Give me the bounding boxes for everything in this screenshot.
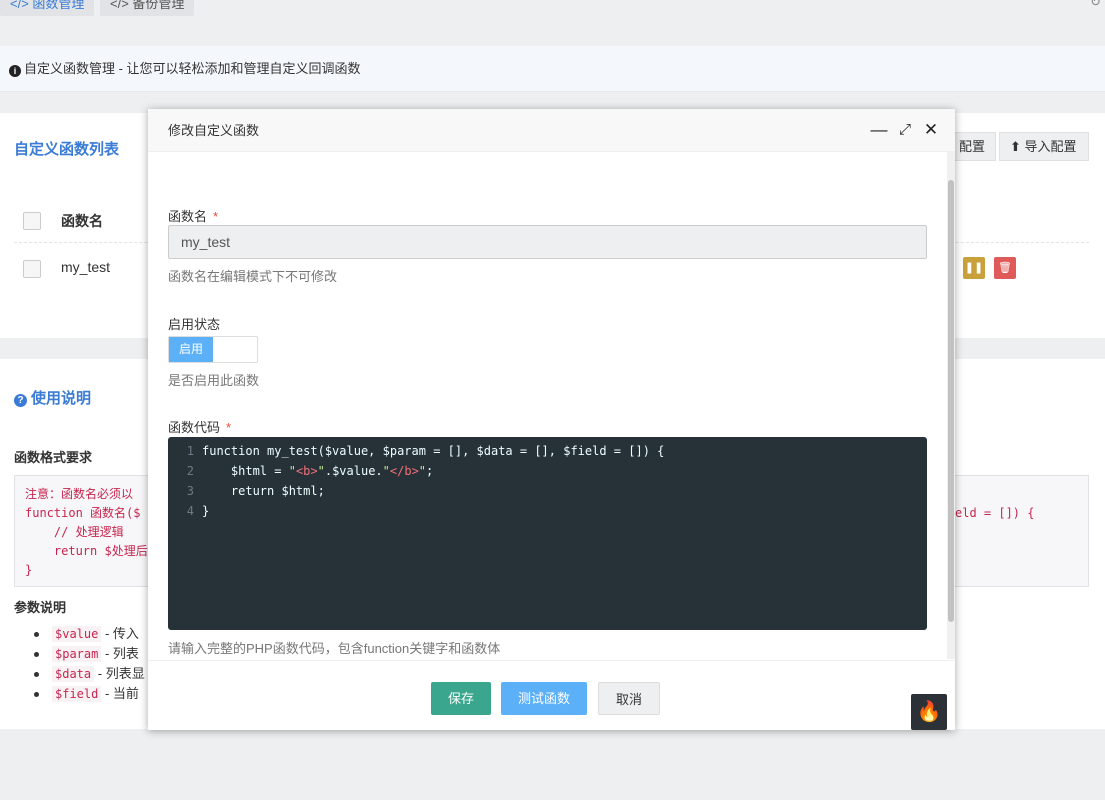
line-number: 1 bbox=[186, 444, 194, 458]
param-code: $value bbox=[52, 626, 102, 642]
code-token: <b> bbox=[295, 464, 318, 478]
code-token: $html = bbox=[202, 464, 289, 478]
flame-icon[interactable]: 🔥 bbox=[911, 694, 947, 730]
maximize-icon[interactable]: ⤢ bbox=[896, 121, 914, 139]
edit-function-modal: 修改自定义函数 — ⤢ ✕ 函数名 * my_test 函数名在编辑模式下不可修改… bbox=[148, 109, 955, 730]
test-function-button[interactable]: 测试函数 bbox=[501, 682, 588, 715]
editor-line: 1 function my_test($value, $param = [], $… bbox=[168, 441, 927, 461]
import-config-label: 导入配置 bbox=[1024, 139, 1077, 154]
code-token: " bbox=[317, 464, 325, 478]
export-config-label: 配置 bbox=[959, 139, 986, 154]
param-item: $value - 传入 bbox=[34, 624, 145, 644]
name-label-text: 函数名 bbox=[168, 209, 208, 224]
name-label: 函数名 * bbox=[168, 206, 218, 225]
info-icon: i bbox=[9, 65, 21, 77]
required-mark: * bbox=[213, 209, 219, 224]
params-list: $value - 传入 $param - 列表 $data - 列表显 $fie… bbox=[34, 624, 145, 704]
editor-line: 3 return $html; bbox=[168, 481, 927, 501]
disable-button[interactable]: ❚❚ bbox=[963, 257, 985, 279]
import-config-button[interactable]: ⬆ 导入配置 bbox=[999, 132, 1089, 161]
editor-line: 2 $html = "<b>".$value."</b>"; bbox=[168, 461, 927, 481]
param-desc: - 传入 bbox=[104, 626, 139, 641]
name-help: 函数名在编辑模式下不可修改 bbox=[168, 269, 338, 284]
function-name-input[interactable]: my_test bbox=[168, 225, 927, 259]
code-help: 请输入完整的PHP函数代码，包含function关键字和函数体 bbox=[168, 641, 501, 656]
code-token: </b> bbox=[389, 464, 419, 478]
row-checkbox[interactable] bbox=[23, 260, 41, 278]
status-toggle-on: 启用 bbox=[169, 337, 213, 362]
trash-icon: 🗑 bbox=[998, 262, 1012, 274]
close-icon[interactable]: ✕ bbox=[922, 121, 940, 139]
code-token: function my_test($value, $param = [], $d… bbox=[202, 444, 665, 458]
code-token: } bbox=[202, 504, 210, 518]
modal-scrollbar[interactable] bbox=[947, 152, 955, 659]
status-toggle[interactable]: 启用 bbox=[168, 336, 258, 363]
code-token: " bbox=[382, 464, 390, 478]
param-desc: - 列表 bbox=[104, 646, 139, 661]
code-token: " bbox=[288, 464, 296, 478]
refresh-icon[interactable]: ↻ bbox=[1090, 0, 1101, 10]
usage-title-text: 使用说明 bbox=[31, 390, 92, 407]
modal-title: 修改自定义函数 bbox=[168, 123, 260, 138]
code-editor[interactable]: 1 function my_test($value, $param = [], $… bbox=[168, 437, 927, 630]
tab-function-management[interactable]: </> 函数管理 bbox=[0, 0, 95, 16]
line-number: 3 bbox=[186, 484, 194, 498]
params-title: 参数说明 bbox=[14, 600, 67, 615]
table-cell-function-name: my_test bbox=[61, 259, 111, 275]
export-config-button[interactable]: 配置 bbox=[948, 132, 997, 161]
code-token: " bbox=[418, 464, 427, 478]
param-code: $param bbox=[52, 646, 102, 662]
param-item: $field - 当前 bbox=[34, 684, 145, 704]
required-mark: * bbox=[226, 420, 232, 435]
select-all-checkbox[interactable] bbox=[23, 212, 41, 230]
param-desc: - 当前 bbox=[104, 686, 139, 701]
tab-backup-management[interactable]: </> 备份管理 bbox=[100, 0, 195, 16]
question-icon: ? bbox=[14, 394, 27, 407]
save-button[interactable]: 保存 bbox=[431, 682, 492, 715]
column-header-name: 函数名 bbox=[61, 213, 103, 229]
status-label: 启用状态 bbox=[168, 317, 221, 332]
code-line-tail: eld = []) { bbox=[955, 506, 1035, 520]
editor-line: 4} bbox=[168, 501, 927, 521]
info-text: 自定义函数管理 - 让您可以轻松添加和管理自定义回调函数 bbox=[24, 61, 361, 76]
code-label: 函数代码 * bbox=[168, 417, 231, 436]
param-desc: - 列表显 bbox=[97, 666, 145, 681]
param-code: $data bbox=[52, 666, 95, 682]
status-help: 是否启用此函数 bbox=[168, 373, 260, 388]
panel-title: 自定义函数列表 bbox=[14, 141, 120, 158]
code-token: return $html; bbox=[202, 484, 325, 498]
upload-icon: ⬆ bbox=[1010, 139, 1021, 154]
usage-title: ? 使用说明 bbox=[14, 387, 91, 408]
pause-icon: ❚❚ bbox=[964, 262, 984, 274]
code-token: .$value. bbox=[324, 464, 383, 478]
scrollbar-thumb[interactable] bbox=[948, 180, 954, 622]
delete-button[interactable]: 🗑 bbox=[994, 257, 1016, 279]
minimize-icon[interactable]: — bbox=[870, 121, 888, 139]
code-token: ; bbox=[426, 464, 434, 478]
code-label-text: 函数代码 bbox=[168, 420, 221, 435]
cancel-button[interactable]: 取消 bbox=[598, 682, 661, 715]
param-code: $field bbox=[52, 686, 102, 702]
modal-footer: 保存 测试函数 取消 bbox=[148, 660, 955, 730]
param-item: $param - 列表 bbox=[34, 644, 145, 664]
param-item: $data - 列表显 bbox=[34, 664, 145, 684]
line-number: 2 bbox=[186, 464, 194, 478]
modal-header: 修改自定义函数 bbox=[148, 109, 955, 152]
info-bar: i 自定义函数管理 - 让您可以轻松添加和管理自定义回调函数 bbox=[0, 46, 1105, 92]
line-number: 4 bbox=[186, 504, 194, 518]
top-tab-bar: </> 函数管理 </> 备份管理 ↻ bbox=[0, 0, 1105, 29]
format-title: 函数格式要求 bbox=[14, 450, 93, 465]
